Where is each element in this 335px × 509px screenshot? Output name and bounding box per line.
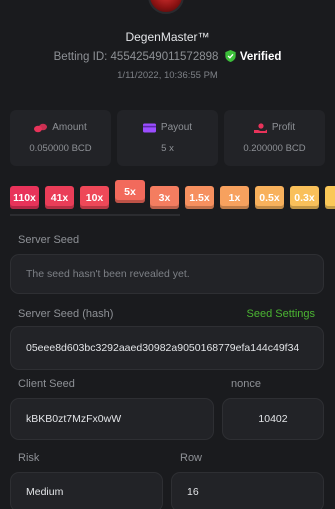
seed-settings-link[interactable]: Seed Settings bbox=[247, 308, 316, 320]
card-icon bbox=[142, 123, 156, 132]
server-seed-hash-field[interactable]: 05eee8d603bc3292aaed30982a9050168779efa1… bbox=[10, 326, 324, 370]
stat-amount-label: Amount bbox=[52, 122, 87, 133]
server-seed-field[interactable]: The seed hasn't been revealed yet. bbox=[10, 254, 324, 294]
multiplier-chip: 10x bbox=[80, 186, 109, 209]
row-label: Row bbox=[180, 452, 203, 464]
multiplier-chip: 1x bbox=[220, 186, 249, 209]
betting-id-value: 45542549011572898 bbox=[110, 51, 219, 63]
stat-payout-label: Payout bbox=[160, 122, 193, 133]
bet-stats: Amount 0.050000 BCD Payout 5 x Profit 0.… bbox=[10, 110, 325, 166]
multiplier-row: 110x 41x 10x 5x 3x 1.5x 1x 0.5x 0.3x bbox=[10, 180, 335, 210]
nonce-label: nonce bbox=[231, 378, 261, 390]
avatar bbox=[148, 0, 184, 14]
multiplier-chip: 110x bbox=[10, 186, 39, 209]
multiplier-chip: 41x bbox=[45, 186, 74, 209]
client-seed-label: Client Seed bbox=[18, 378, 75, 390]
verified-shield-icon bbox=[224, 50, 236, 62]
risk-select[interactable]: Medium bbox=[10, 472, 163, 509]
multiplier-chip-active: 5x bbox=[115, 180, 145, 203]
client-seed-field[interactable]: kBKB0zt7MzFx0wW bbox=[10, 398, 214, 440]
stat-amount-value: 0.050000 BCD bbox=[29, 143, 92, 154]
nonce-field[interactable]: 10402 bbox=[222, 398, 324, 440]
multiplier-divider bbox=[10, 214, 180, 216]
bet-timestamp: 1/11/2022, 10:36:55 PM bbox=[117, 70, 218, 81]
stat-profit: Profit 0.200000 BCD bbox=[224, 110, 325, 166]
risk-label: Risk bbox=[18, 452, 40, 464]
betting-id: Betting ID: 45542549011572898 Verified bbox=[0, 50, 335, 63]
coins-icon bbox=[34, 123, 48, 132]
username: DegenMaster™ bbox=[125, 30, 210, 44]
server-seed-hash-label: Server Seed (hash) bbox=[18, 308, 114, 320]
verified-label: Verified bbox=[239, 51, 282, 63]
stat-payout-value: 5 x bbox=[161, 143, 174, 154]
hand-coin-icon bbox=[253, 122, 267, 133]
stat-profit-value: 0.200000 BCD bbox=[243, 143, 306, 154]
multiplier-chip: 1.5x bbox=[185, 186, 214, 209]
multiplier-chip: 0.3x bbox=[290, 186, 319, 209]
multiplier-chip: 0.5x bbox=[255, 186, 284, 209]
multiplier-chip bbox=[325, 186, 335, 209]
betting-id-label: Betting ID: bbox=[53, 51, 108, 63]
stat-amount: Amount 0.050000 BCD bbox=[10, 110, 111, 166]
row-select[interactable]: 16 bbox=[171, 472, 324, 509]
multiplier-chip: 3x bbox=[150, 186, 179, 209]
server-seed-label: Server Seed bbox=[18, 234, 80, 246]
stat-profit-label: Profit bbox=[271, 122, 296, 133]
stat-payout: Payout 5 x bbox=[117, 110, 218, 166]
